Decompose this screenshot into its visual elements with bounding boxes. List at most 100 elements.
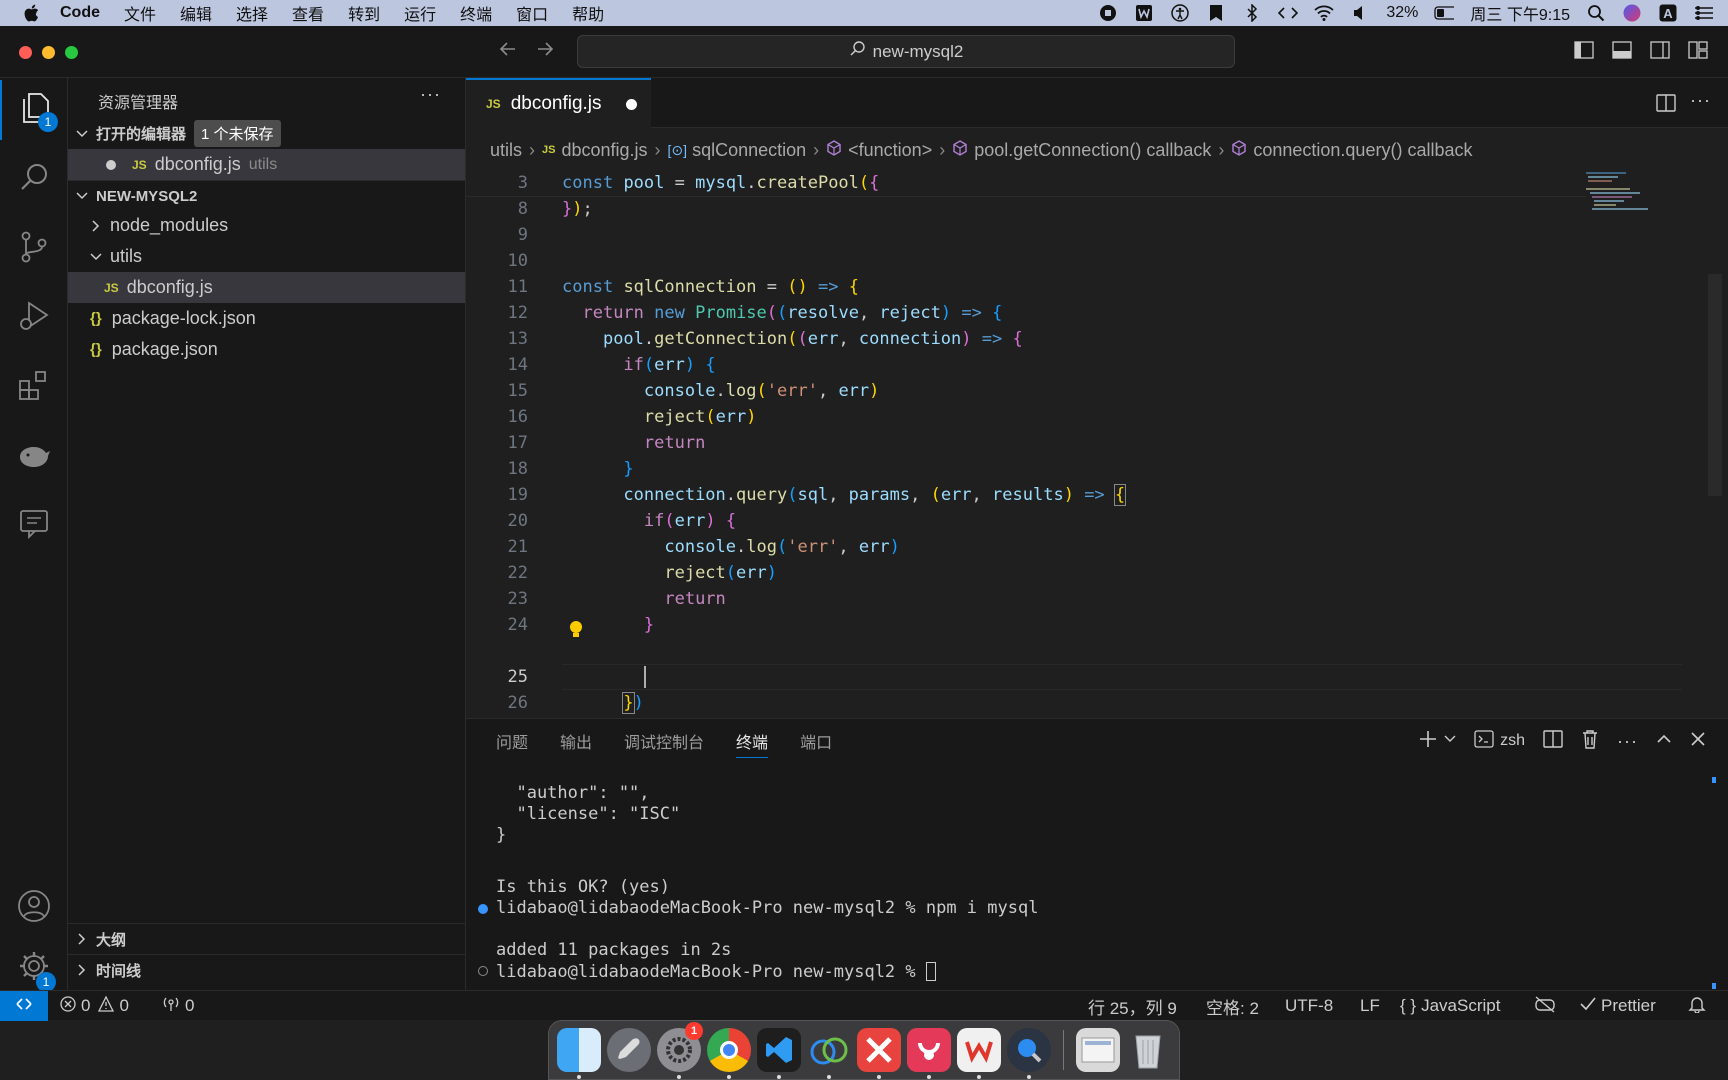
- bluetooth-icon[interactable]: [1242, 4, 1262, 22]
- command-center-search[interactable]: new-mysql2: [577, 35, 1235, 68]
- dock-trash-icon[interactable]: [1126, 1028, 1170, 1072]
- terminal-shell-selector[interactable]: zsh: [1474, 729, 1525, 753]
- tree-item-package-lock[interactable]: {} package-lock.json: [68, 303, 465, 334]
- language-mode[interactable]: { } JavaScript: [1400, 991, 1500, 1021]
- breadcrumb-item[interactable]: utils: [490, 140, 522, 161]
- outline-section[interactable]: 大纲: [68, 923, 465, 954]
- unsaved-dot-icon[interactable]: [625, 98, 637, 110]
- tab-dbconfig[interactable]: JS dbconfig.js: [466, 78, 651, 128]
- copilot-status[interactable]: [1534, 991, 1556, 1021]
- close-window-button[interactable]: [19, 46, 32, 59]
- dock-preview-icon[interactable]: [1076, 1028, 1120, 1072]
- minimize-window-button[interactable]: [42, 46, 55, 59]
- timeline-section[interactable]: 时间线: [68, 954, 465, 985]
- trash-icon[interactable]: [1581, 729, 1599, 754]
- dock-app-icon[interactable]: [907, 1028, 951, 1079]
- siri-icon[interactable]: [1622, 4, 1642, 22]
- menu-run[interactable]: 运行: [404, 1, 436, 25]
- menu-view[interactable]: 查看: [292, 1, 324, 25]
- dock-wps-icon[interactable]: [957, 1028, 1001, 1079]
- forward-arrow-icon[interactable]: [535, 39, 555, 64]
- editor-scrollbar[interactable]: [1708, 274, 1722, 496]
- tree-item-package-json[interactable]: {} package.json: [68, 334, 465, 365]
- control-center-icon[interactable]: [1694, 4, 1714, 22]
- open-editor-item[interactable]: JS dbconfig.js utils: [68, 149, 465, 180]
- close-panel-icon[interactable]: [1690, 731, 1706, 752]
- ports-indicator[interactable]: 0: [162, 991, 194, 1021]
- tree-item-utils[interactable]: utils: [68, 241, 465, 272]
- back-arrow-icon[interactable]: [498, 39, 518, 64]
- input-method-icon[interactable]: A: [1658, 4, 1678, 22]
- apple-icon[interactable]: [24, 4, 42, 22]
- menu-app-code[interactable]: Code: [60, 4, 100, 22]
- open-editors-section[interactable]: 打开的编辑器 1 个未保存: [68, 118, 465, 149]
- explorer-activity[interactable]: 1: [0, 80, 68, 140]
- breadcrumb-item[interactable]: <function>: [848, 140, 932, 161]
- volume-icon[interactable]: [1350, 4, 1370, 22]
- menu-edit[interactable]: 编辑: [180, 1, 212, 25]
- command-success-dot-icon[interactable]: [478, 904, 488, 914]
- panel-more-button[interactable]: ···: [1617, 731, 1638, 752]
- chevron-down-icon[interactable]: [1444, 732, 1456, 750]
- lightbulb-icon[interactable]: [569, 620, 583, 644]
- dock-vscode-icon[interactable]: [757, 1028, 801, 1079]
- cursor-position[interactable]: 行 25，列 9: [1088, 991, 1177, 1021]
- new-terminal-icon[interactable]: [1418, 729, 1438, 754]
- breadcrumb-item[interactable]: sqlConnection: [692, 140, 806, 161]
- indentation[interactable]: 空格: 2: [1206, 991, 1259, 1021]
- mysql-extension-activity[interactable]: [0, 428, 68, 488]
- tab-debug-console[interactable]: 调试控制台: [624, 729, 704, 753]
- tab-problems[interactable]: 问题: [496, 729, 528, 753]
- tab-output[interactable]: 输出: [560, 729, 592, 753]
- menu-file[interactable]: 文件: [124, 1, 156, 25]
- code-area[interactable]: 3 8 9 10 11 12 13 14 15 16 17 18 19 20 2…: [466, 170, 1728, 718]
- dock-launchpad-icon[interactable]: [607, 1028, 651, 1072]
- remote-indicator[interactable]: [0, 991, 48, 1021]
- spotlight-icon[interactable]: [1586, 4, 1606, 22]
- notifications-bell[interactable]: [1688, 991, 1706, 1021]
- breadcrumb-item[interactable]: pool.getConnection() callback: [974, 140, 1211, 161]
- menu-selection[interactable]: 选择: [236, 1, 268, 25]
- search-activity[interactable]: [0, 150, 68, 210]
- dock-app-icon[interactable]: [1007, 1028, 1051, 1079]
- tree-item-node-modules[interactable]: node_modules: [68, 210, 465, 241]
- wifi-icon[interactable]: [1314, 4, 1334, 22]
- remote-explorer-activity[interactable]: [0, 496, 68, 556]
- problems-indicator[interactable]: 0 0: [60, 991, 129, 1021]
- dock-app-icon[interactable]: [857, 1028, 901, 1079]
- breadcrumb-item[interactable]: dbconfig.js: [561, 140, 647, 161]
- accounts-activity[interactable]: [0, 878, 68, 938]
- tab-ports[interactable]: 端口: [800, 729, 832, 753]
- sidebar-more-button[interactable]: ···: [420, 84, 441, 105]
- tree-item-dbconfig[interactable]: JS dbconfig.js: [68, 272, 465, 303]
- encoding[interactable]: UTF-8: [1285, 991, 1333, 1021]
- toggle-panel-icon[interactable]: [1612, 41, 1632, 64]
- manage-activity[interactable]: 1: [0, 938, 68, 998]
- wps-tray-icon[interactable]: [1134, 4, 1154, 22]
- bookmark-tray-icon[interactable]: [1206, 4, 1226, 22]
- dock-app-icon[interactable]: [807, 1028, 851, 1079]
- maximize-window-button[interactable]: [65, 46, 78, 59]
- record-icon[interactable]: [1098, 4, 1118, 22]
- split-editor-icon[interactable]: [1656, 94, 1676, 117]
- breadcrumb-item[interactable]: connection.query() callback: [1253, 140, 1472, 161]
- project-section[interactable]: NEW-MYSQL2: [68, 180, 465, 211]
- extensions-activity[interactable]: [0, 358, 68, 418]
- run-debug-activity[interactable]: [0, 288, 68, 348]
- menu-go[interactable]: 转到: [348, 1, 380, 25]
- unsaved-dot-icon[interactable]: [106, 159, 116, 170]
- dock-chrome-icon[interactable]: [707, 1028, 751, 1079]
- prettier-status[interactable]: Prettier: [1580, 991, 1656, 1021]
- command-pending-dot-icon[interactable]: [478, 966, 488, 976]
- menu-terminal[interactable]: 终端: [460, 1, 492, 25]
- split-terminal-icon[interactable]: [1543, 729, 1563, 753]
- end-of-line[interactable]: LF: [1360, 991, 1380, 1021]
- toggle-primary-sidebar-icon[interactable]: [1574, 41, 1594, 64]
- dock-finder-icon[interactable]: [557, 1028, 601, 1079]
- menu-window[interactable]: 窗口: [516, 1, 548, 25]
- tab-terminal[interactable]: 终端: [736, 724, 769, 758]
- editor-more-button[interactable]: ···: [1690, 90, 1711, 111]
- source-control-activity[interactable]: [0, 219, 68, 279]
- customize-layout-icon[interactable]: [1688, 41, 1708, 64]
- maximize-panel-icon[interactable]: [1656, 731, 1672, 752]
